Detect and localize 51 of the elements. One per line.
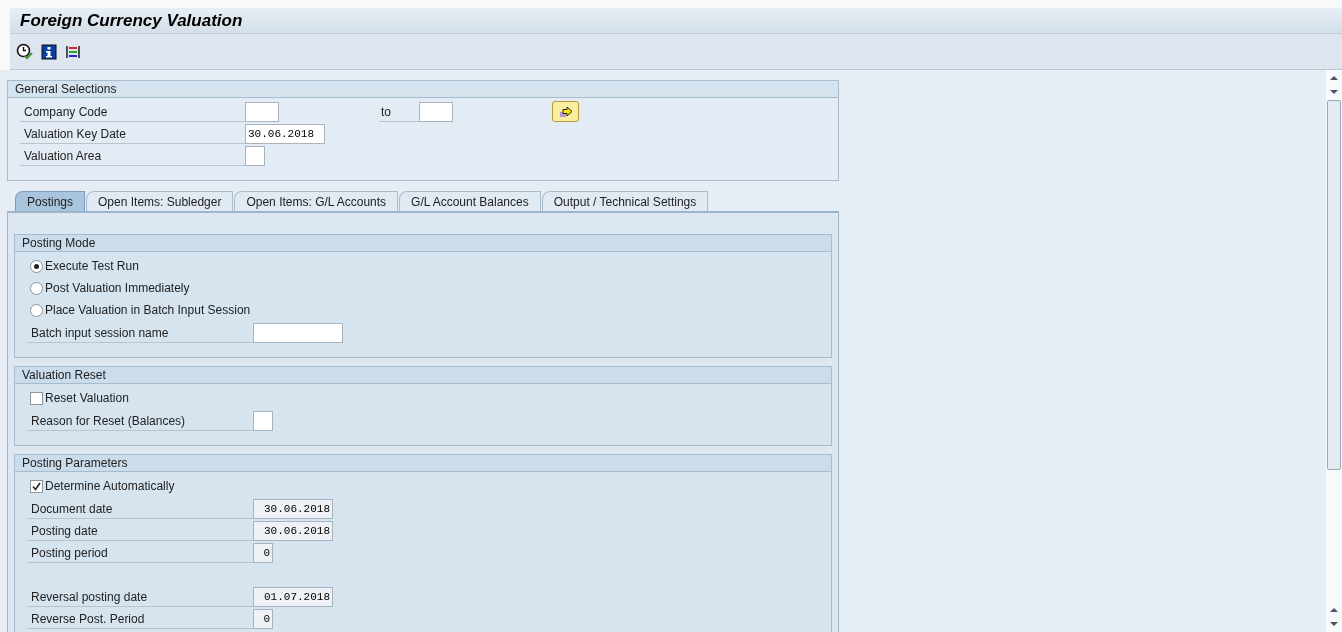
radio-button[interactable]: [30, 303, 43, 317]
scroll-down-icon[interactable]: [1329, 88, 1339, 96]
field-label: Valuation Area: [20, 146, 245, 166]
window-title: Foreign Currency Valuation: [20, 9, 243, 32]
input-field[interactable]: 01.07.2018: [253, 587, 333, 607]
input-field[interactable]: [253, 411, 273, 431]
field-label: Company Code: [20, 102, 245, 122]
radio-button[interactable]: [30, 259, 43, 273]
input-field[interactable]: [245, 146, 265, 166]
panel-header: General Selections: [8, 81, 838, 98]
field-label: Posting period: [27, 543, 253, 563]
tab[interactable]: Postings: [15, 191, 86, 211]
scroll-up-icon[interactable]: [1329, 606, 1339, 614]
input-field[interactable]: [253, 323, 343, 343]
field-label: Valuation Key Date: [20, 124, 245, 144]
group-header: Posting Parameters: [15, 455, 831, 472]
scroll-down-icon[interactable]: [1329, 620, 1339, 628]
field-label: Batch input session name: [27, 323, 253, 343]
checkbox-label: Reset Valuation: [45, 390, 129, 407]
tab[interactable]: Open Items: Subledger: [86, 191, 234, 211]
input-field[interactable]: [419, 102, 453, 122]
field-label: Reason for Reset (Balances): [27, 411, 253, 431]
checkbox-label: Determine Automatically: [45, 478, 175, 495]
arrow-right-icon: [558, 105, 573, 118]
field-label: Posting date: [27, 521, 253, 541]
field-label: Reverse Post. Period: [27, 609, 253, 629]
input-field[interactable]: 0: [253, 609, 273, 629]
radio-label: Place Valuation in Batch Input Session: [45, 302, 251, 319]
input-field[interactable]: 30.06.2018: [245, 124, 325, 144]
clock-check-icon[interactable]: [16, 43, 33, 60]
radio-label: Post Valuation Immediately: [45, 280, 190, 297]
scroll-up-icon[interactable]: [1329, 74, 1339, 82]
multiple-selection-button[interactable]: [552, 101, 579, 122]
group-header: Posting Mode: [15, 235, 831, 252]
layout-icon[interactable]: [65, 43, 81, 60]
radio-button[interactable]: [30, 281, 43, 295]
checkbox[interactable]: [30, 479, 43, 493]
input-field[interactable]: 30.06.2018: [253, 521, 333, 541]
group-header: Valuation Reset: [15, 367, 831, 384]
input-field[interactable]: [245, 102, 279, 122]
tab[interactable]: G/L Account Balances: [399, 191, 541, 211]
info-icon[interactable]: [41, 43, 57, 60]
scroll-thumb[interactable]: [1327, 100, 1341, 470]
input-field[interactable]: 30.06.2018: [253, 499, 333, 519]
checkbox[interactable]: [30, 391, 43, 405]
input-field[interactable]: 0: [253, 543, 273, 563]
radio-label: Execute Test Run: [45, 258, 139, 275]
field-label: Reversal posting date: [27, 587, 253, 607]
tab[interactable]: Output / Technical Settings: [541, 191, 709, 211]
tab[interactable]: Open Items: G/L Accounts: [234, 191, 399, 211]
field-label: Document date: [27, 499, 253, 519]
